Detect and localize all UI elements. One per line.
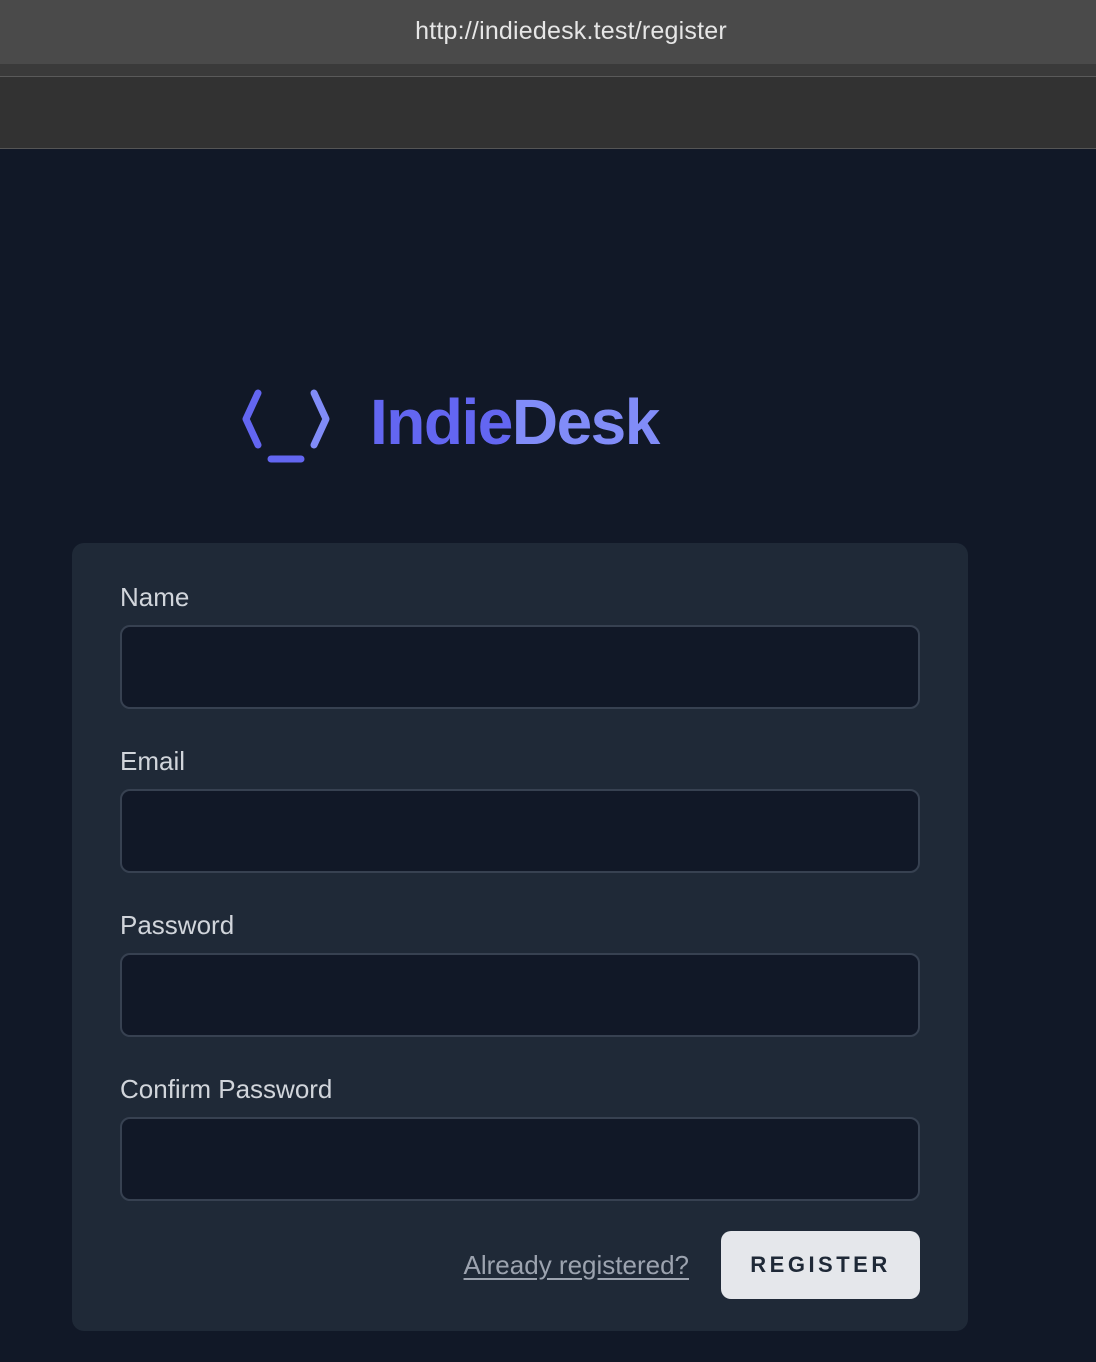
name-label: Name <box>120 582 190 612</box>
confirm-password-label: Confirm Password <box>120 1074 333 1104</box>
form-actions: Already registered? REGISTER <box>120 1231 920 1299</box>
browser-chrome-gap <box>0 64 1096 76</box>
browser-url[interactable]: http://indiedesk.test/register <box>369 17 727 46</box>
name-input[interactable] <box>120 625 920 709</box>
browser-toolbar <box>0 77 1096 148</box>
brand-name-part1: Indie <box>370 386 513 458</box>
code-bracket-logo-icon <box>242 389 330 463</box>
password-input[interactable] <box>120 953 920 1037</box>
name-field-group: Name <box>120 579 920 709</box>
brand-name: IndieDesk <box>370 390 660 454</box>
email-label: Email <box>120 746 186 776</box>
browser-address-bar[interactable]: http://indiedesk.test/register <box>0 0 1096 64</box>
email-input[interactable] <box>120 789 920 873</box>
register-card: Name Email Password Confirm Password Alr… <box>72 543 968 1331</box>
register-button[interactable]: REGISTER <box>721 1231 920 1299</box>
toolbar-divider <box>0 148 1096 149</box>
confirm-password-field-group: Confirm Password <box>120 1071 920 1201</box>
brand-name-part2: Desk <box>511 386 661 458</box>
password-label: Password <box>120 910 235 940</box>
brand-logo[interactable]: IndieDesk <box>238 372 660 472</box>
password-field-group: Password <box>120 907 920 1037</box>
email-field-group: Email <box>120 743 920 873</box>
already-registered-link[interactable]: Already registered? <box>464 1250 689 1281</box>
confirm-password-input[interactable] <box>120 1117 920 1201</box>
